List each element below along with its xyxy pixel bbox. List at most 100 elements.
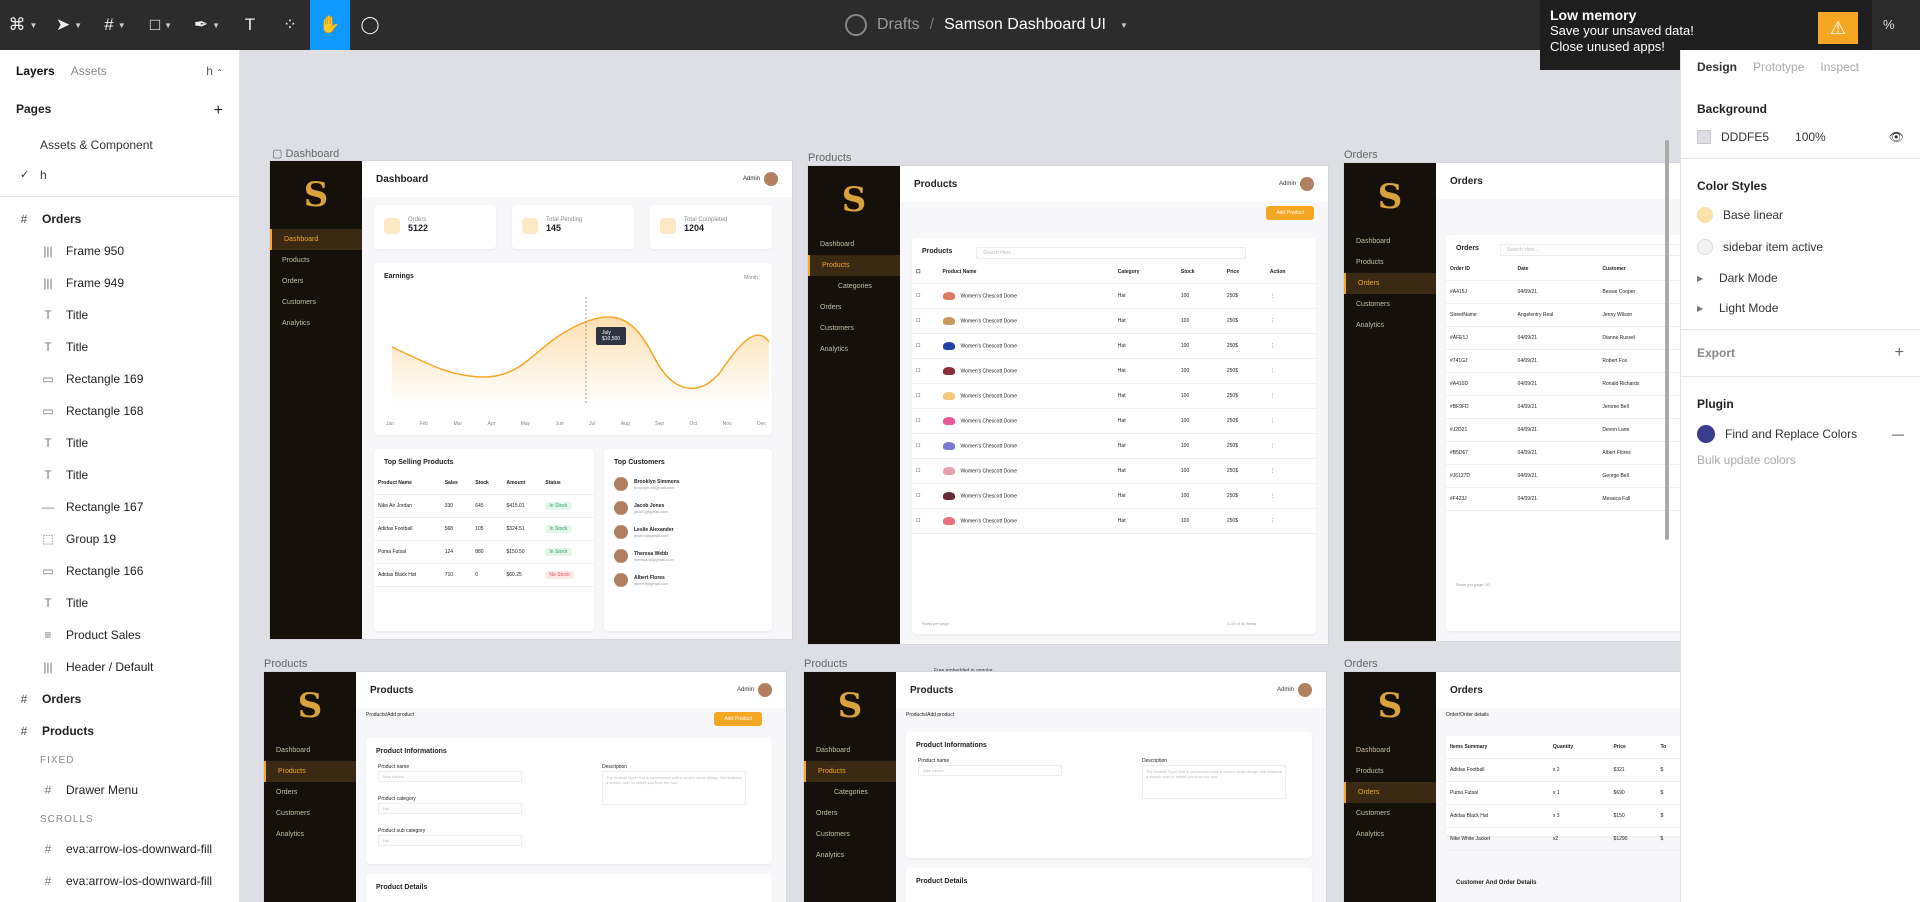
more-icon[interactable]: ⋮ [1265, 358, 1316, 384]
menu-customers[interactable]: Customers [264, 803, 356, 824]
frame-label[interactable]: Products [264, 658, 307, 670]
main-menu-button[interactable]: ⌘ ▼ [0, 0, 46, 50]
layer-item[interactable]: — Rectangle 167 [0, 491, 239, 523]
menu-analytics[interactable]: Analytics [270, 313, 362, 334]
frame-label[interactable]: ▢ Dashboard [272, 147, 339, 160]
frame-label[interactable]: Orders [1344, 149, 1378, 161]
menu-orders[interactable]: Orders [808, 297, 900, 318]
comment-tool-button[interactable]: ◯ [350, 0, 390, 50]
frame-tool-button[interactable]: # ▼ [92, 0, 138, 50]
menu-dashboard[interactable]: Dashboard [1344, 740, 1436, 761]
table-row[interactable]: ☐ Women's Chescott Dome Hat 100 250$ ⋮ [912, 333, 1316, 359]
menu-dashboard[interactable]: Dashboard [1344, 231, 1436, 252]
pen-tool-button[interactable]: ✒ ▼ [184, 0, 230, 50]
more-icon[interactable]: ⋮ [1265, 383, 1316, 409]
layer-item[interactable]: T Title [0, 459, 239, 491]
background-hex[interactable]: DDDFE5 [1721, 130, 1769, 144]
canvas-scrollbar[interactable] [1665, 140, 1669, 540]
order-detail-frame[interactable]: S Dashboard Products Orders Customers An… [1344, 672, 1680, 902]
customer-item[interactable]: Jacob Jones jacob.j@gmail.com [604, 496, 772, 520]
table-row[interactable]: #A415J 04/09/21 Bessie Cooper [1446, 280, 1680, 304]
page-selector[interactable]: h ⌃ [206, 64, 223, 78]
dashboard-frame[interactable]: S Dashboard Products Orders Customers An… [270, 161, 792, 639]
add-page-icon[interactable]: + [214, 102, 223, 120]
more-icon[interactable]: ⋮ [1265, 308, 1316, 334]
more-icon[interactable]: ⋮ [1265, 508, 1316, 534]
table-row[interactable]: ☐ Women's Chescott Dome Hat 100 250$ ⋮ [912, 358, 1316, 384]
menu-customers[interactable]: Customers [270, 292, 362, 313]
layer-item[interactable]: # eva:arrow-ios-downward-fill [0, 833, 239, 865]
table-row[interactable]: StreetName Angelentry Real Jenny Wilson [1446, 303, 1680, 327]
table-row[interactable]: #J6127D 04/09/21 George Bell [1446, 464, 1680, 488]
description-textarea[interactable]: The football Sport Hat is constructed wi… [602, 771, 746, 805]
table-row[interactable]: #741GJ 04/09/21 Robert Fox [1446, 349, 1680, 373]
layer-item[interactable]: ▭ Rectangle 169 [0, 363, 239, 395]
more-icon[interactable]: ⋮ [1265, 283, 1316, 309]
menu-dashboard[interactable]: Dashboard [808, 234, 900, 255]
table-row[interactable]: #F423J 04/09/21 Messica Fall [1446, 487, 1680, 511]
layer-item[interactable]: ||| Frame 950 [0, 235, 239, 267]
move-tool-button[interactable]: ➤ ▼ [46, 0, 92, 50]
description-textarea[interactable]: The football Sport Hat is constructed wi… [1142, 765, 1286, 799]
layer-item[interactable]: # Products [0, 715, 239, 747]
menu-products[interactable]: Products [270, 250, 362, 271]
more-icon[interactable]: ⋮ [1265, 408, 1316, 434]
search-input[interactable]: Search Here... [1500, 244, 1680, 256]
orders-frame[interactable]: S Dashboard Products Orders Customers An… [1344, 163, 1680, 641]
more-icon[interactable]: ⋮ [1265, 433, 1316, 459]
row-checkbox[interactable]: ☐ [912, 508, 939, 534]
menu-categories[interactable]: Categories [808, 276, 900, 297]
layer-item[interactable]: # Drawer Menu [0, 774, 239, 806]
shape-tool-button[interactable]: □ ▼ [138, 0, 184, 50]
layer-item[interactable]: # Orders [0, 683, 239, 715]
menu-products[interactable]: Products [1344, 761, 1436, 782]
background-opacity[interactable]: 100% [1795, 130, 1826, 144]
product-subcategory-select[interactable]: Hat [378, 835, 522, 846]
layer-item[interactable]: T Title [0, 299, 239, 331]
layer-item[interactable]: ▭ Rectangle 168 [0, 395, 239, 427]
frame-label[interactable]: Products [808, 152, 851, 164]
more-icon[interactable]: ⋮ [1265, 333, 1316, 359]
canvas[interactable]: ▢ Dashboard S Dashboard Products Orders … [240, 50, 1680, 902]
menu-customers[interactable]: Customers [1344, 803, 1436, 824]
menu-analytics[interactable]: Analytics [264, 824, 356, 845]
table-row[interactable]: ☐ Women's Chescott Dome Hat 100 250$ ⋮ [912, 508, 1316, 534]
customer-item[interactable]: Brooklyn Simmons brooklyn.s@gmail.com [604, 472, 772, 496]
frame-label[interactable]: Products [804, 658, 847, 670]
layer-item[interactable]: T Title [0, 587, 239, 619]
more-icon[interactable]: ⋮ [1265, 483, 1316, 509]
row-checkbox[interactable]: ☐ [912, 433, 939, 459]
page-item-active[interactable]: ✓ h [0, 160, 239, 190]
menu-customers[interactable]: Customers [1344, 294, 1436, 315]
color-style-group[interactable]: ▶ Dark Mode [1681, 263, 1920, 293]
add-product-button[interactable]: Add Product [714, 712, 762, 726]
tab-prototype[interactable]: Prototype [1753, 60, 1804, 74]
layer-item[interactable]: T Title [0, 427, 239, 459]
menu-products[interactable]: Products [264, 761, 356, 782]
table-row[interactable]: ☐ Women's Chescott Dome Hat 100 250$ ⋮ [912, 483, 1316, 509]
chevron-down-icon[interactable]: ▼ [1120, 21, 1128, 30]
menu-products[interactable]: Products [808, 255, 900, 276]
menu-analytics[interactable]: Analytics [1344, 824, 1436, 845]
menu-dashboard[interactable]: Dashboard [270, 229, 362, 250]
menu-categories[interactable]: Categories [804, 782, 896, 803]
search-input[interactable]: Search Here... [976, 247, 1246, 259]
color-style-item[interactable]: sidebar item active [1681, 231, 1920, 263]
customer-item[interactable]: Leslie Alexander leslie.a@gmail.com [604, 520, 772, 544]
row-checkbox[interactable]: ☐ [912, 283, 939, 309]
row-checkbox[interactable]: ☐ [912, 358, 939, 384]
background-swatch[interactable] [1697, 130, 1711, 144]
menu-customers[interactable]: Customers [804, 824, 896, 845]
minus-icon[interactable]: — [1892, 427, 1904, 441]
hand-tool-button[interactable]: ✋ [310, 0, 350, 50]
table-row[interactable]: ☐ Women's Chescott Dome Hat 100 250$ ⋮ [912, 433, 1316, 459]
tab-assets[interactable]: Assets [71, 64, 107, 78]
table-row[interactable]: ☐ Women's Chescott Dome Hat 100 250$ ⋮ [912, 383, 1316, 409]
menu-dashboard[interactable]: Dashboard [804, 740, 896, 761]
row-checkbox[interactable]: ☐ [912, 408, 939, 434]
add-product-button[interactable]: Add Product [1266, 206, 1314, 220]
table-row[interactable]: ☐ Women's Chescott Dome Hat 100 250$ ⋮ [912, 408, 1316, 434]
color-style-group[interactable]: ▶ Light Mode [1681, 293, 1920, 323]
menu-orders[interactable]: Orders [1344, 782, 1436, 803]
row-checkbox[interactable]: ☐ [912, 383, 939, 409]
